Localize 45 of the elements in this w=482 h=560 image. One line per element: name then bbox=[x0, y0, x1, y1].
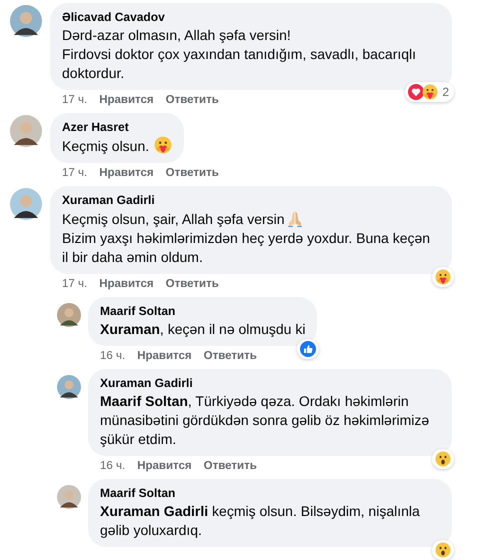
timestamp[interactable]: 17 ч. bbox=[62, 166, 88, 181]
reply-link[interactable]: Ответить bbox=[204, 459, 257, 474]
reaction-badge[interactable] bbox=[432, 540, 454, 560]
author-name[interactable]: Maarif Soltan bbox=[100, 486, 440, 501]
comment-text: Keçmiş olsun, şair, Allah şəfa versin bbox=[62, 211, 285, 227]
praying-hands-icon bbox=[286, 209, 304, 227]
like-link[interactable]: Нравится bbox=[99, 166, 154, 181]
reply-link[interactable]: Ответить bbox=[166, 277, 219, 292]
like-link[interactable]: Нравится bbox=[137, 349, 192, 364]
comment-text: Firdovsi doktor çox yaxından tanıdığım, savadlı, bacarıqlı doktordur. bbox=[62, 46, 416, 81]
comment-text: Xuraman, keçən il nə olmuşdu ki bbox=[100, 321, 306, 337]
author-name[interactable]: Xuraman Gadirli bbox=[100, 376, 440, 391]
surprised-face-icon bbox=[435, 451, 451, 467]
comment-text: Keçmiş olsun. bbox=[62, 138, 150, 154]
comment-text: Xuraman Gadirli keçmiş olsun. Bilsəydim, nişalınla gəlib yoluxardıq. bbox=[100, 503, 420, 538]
timestamp[interactable]: 17 ч. bbox=[62, 277, 88, 292]
like-link[interactable]: Нравится bbox=[99, 93, 154, 108]
avatar[interactable] bbox=[57, 303, 81, 327]
hugging-face-icon bbox=[422, 84, 438, 100]
reply-link[interactable]: Ответить bbox=[166, 93, 219, 108]
reply-link[interactable]: Ответить bbox=[204, 349, 257, 364]
reaction-badge[interactable]: 2 bbox=[405, 82, 454, 102]
surprised-face-icon bbox=[435, 542, 451, 558]
reaction-badge[interactable] bbox=[432, 449, 454, 469]
timestamp[interactable]: 16 ч. bbox=[100, 349, 126, 364]
timestamp[interactable]: 17 ч. bbox=[62, 93, 88, 108]
author-name[interactable]: Xuraman Gadirli bbox=[62, 193, 440, 208]
timestamp[interactable]: 16 ч. bbox=[100, 459, 126, 474]
thumbs-up-icon bbox=[300, 341, 316, 357]
avatar[interactable] bbox=[10, 5, 42, 37]
author-name[interactable]: Əlicavad Cavadov bbox=[62, 10, 440, 25]
like-link[interactable]: Нравится bbox=[99, 277, 154, 292]
comment-text: Maarif Soltan, Türkiyədə qəza. Ordakı həkimlərin münasibətini gördükdən sonra gəlib öz həkimlərimizə şükür etdim. bbox=[100, 393, 430, 447]
like-link[interactable]: Нравится bbox=[137, 459, 192, 474]
avatar[interactable] bbox=[57, 375, 81, 399]
comment-text: Dərd-azar olmasın, Allah şəfa versin! bbox=[62, 27, 291, 43]
avatar[interactable] bbox=[10, 188, 42, 220]
comment-text: Bizim yaxşı həkimlərimizdən heç yerdə yoxdur. Buna keçən il bir daha əmin oldum. bbox=[62, 230, 430, 265]
avatar[interactable] bbox=[10, 115, 42, 147]
avatar[interactable] bbox=[57, 485, 81, 509]
hugging-face-icon bbox=[435, 269, 451, 285]
hugging-face-icon bbox=[154, 136, 172, 154]
reply-link[interactable]: Ответить bbox=[166, 166, 219, 181]
author-name[interactable]: Maarif Soltan bbox=[100, 304, 306, 319]
author-name[interactable]: Azer Hasret bbox=[62, 120, 172, 135]
